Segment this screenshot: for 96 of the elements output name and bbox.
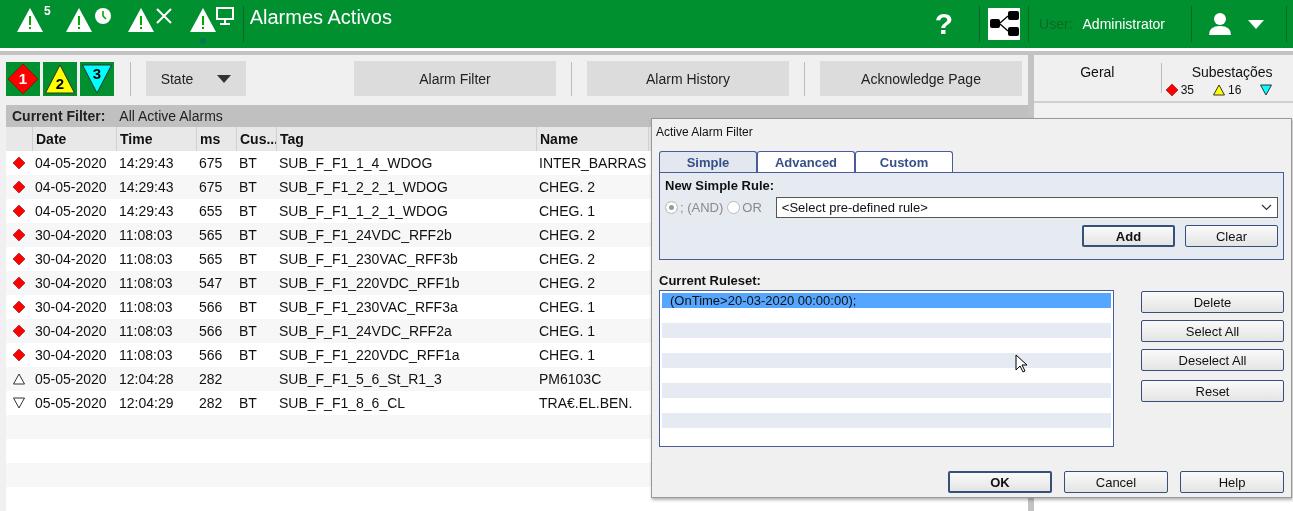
table-cell-text: PM6103C (538, 371, 603, 387)
dialog-button[interactable]: Select All (1141, 320, 1284, 342)
filter-value: All Active Alarms (119, 108, 223, 124)
table-cell-text: 282 (198, 395, 224, 411)
table-cell-text: CHEG. 2 (538, 251, 596, 267)
table-cell-text: CHEG. 1 (538, 347, 596, 363)
table-cell-text: 11:08:03 (118, 275, 174, 291)
dialog-button[interactable]: Deselect All (1141, 349, 1284, 371)
dialog-button[interactable]: Cancel (1064, 471, 1168, 493)
table-cell-text: CHEG. 2 (538, 179, 596, 195)
table-cell-text: 14:29:43 (118, 155, 175, 171)
severity-filter-button[interactable]: 1 (6, 61, 40, 96)
table-cell-text: 675 (198, 179, 224, 195)
table-cell-text: BT (238, 155, 258, 171)
page-title: Alarmes Activos (249, 6, 392, 29)
table-cell-text: BT (238, 323, 258, 339)
alarm-count: 16 (1228, 83, 1242, 97)
table-cell-text: SUB_F_F1_8_6_CL (278, 395, 407, 411)
rule-dropdown[interactable]: <Select pre-defined rule> (775, 197, 1278, 218)
table-cell-text: 566 (198, 299, 224, 315)
table-cell-text: 11:08:03 (118, 251, 174, 267)
table-cell-text: SUB_F_F1_2_2_1_WDOG (278, 179, 449, 195)
table-cell-text: SUB_F_F1_1_4_WDOG (278, 155, 434, 171)
alarm-count: 35 (1180, 83, 1194, 97)
table-cell-text: 11:08:03 (118, 323, 174, 339)
table-cell-text: BT (238, 203, 258, 219)
table-cell-text: 30-04-2020 (34, 227, 108, 243)
table-cell-text: 12:04:29 (118, 395, 175, 411)
ruleset-item[interactable]: (OnTime>20-03-2020 00:00:00); (662, 293, 1111, 308)
table-cell-text: BT (238, 227, 258, 243)
table-cell-text: 282 (198, 371, 224, 387)
table-cell-text: SUB_F_F1_220VDC_RFF1b (278, 275, 461, 291)
dialog-button[interactable]: Help (1180, 471, 1284, 493)
table-cell-text: CHEG. 1 (538, 299, 596, 315)
table-cell-text: 05-05-2020 (34, 395, 108, 411)
table-cell-text: BT (238, 347, 258, 363)
section-label: Current Ruleset: (659, 273, 762, 288)
severity-filter-button[interactable]: 2 (43, 61, 77, 96)
state-dropdown[interactable]: State (146, 61, 246, 96)
table-cell-text: 11:08:03 (118, 347, 174, 363)
dialog-tab[interactable]: Custom (855, 151, 953, 172)
table-cell-text: CHEG. 1 (538, 203, 596, 219)
section-label: New Simple Rule: (665, 178, 776, 193)
table-cell-text: 04-05-2020 (34, 203, 108, 219)
table-cell-text: TRA€.EL.BEN. (538, 395, 634, 411)
dialog-tab[interactable]: Simple (659, 151, 757, 172)
table-cell-text: 566 (198, 323, 224, 339)
table-cell-text: 655 (198, 203, 224, 219)
table-cell-text: SUB_F_F1_220VDC_RFF1a (278, 347, 461, 363)
table-cell-text: SUB_F_F1_230VAC_RFF3a (278, 299, 459, 315)
toolbar-button[interactable]: Alarm Filter (354, 61, 556, 96)
table-cell-text: CHEG. 2 (538, 275, 596, 291)
table-cell-text: 30-04-2020 (34, 347, 108, 363)
toolbar-button[interactable]: Alarm History (587, 61, 789, 96)
table-cell-text: 675 (198, 155, 224, 171)
table-cell-text: CHEG. 1 (538, 323, 596, 339)
dialog-button[interactable]: OK (948, 471, 1052, 493)
table-cell-text: 14:29:43 (118, 203, 175, 219)
table-cell-text: BT (238, 275, 258, 291)
table-cell-text: CHEG. 2 (538, 227, 596, 243)
toolbar-button[interactable]: Acknowledge Page (820, 61, 1022, 96)
table-cell-text: 566 (198, 347, 224, 363)
table-cell-text: 12:04:28 (118, 371, 175, 387)
table-cell-text: 30-04-2020 (34, 299, 108, 315)
filter-label: Current Filter: (12, 108, 106, 124)
table-cell-text: 11:08:03 (118, 299, 174, 315)
table-cell-text: 30-04-2020 (34, 251, 108, 267)
table-cell-text: 30-04-2020 (34, 323, 108, 339)
dialog-button[interactable]: Clear (1185, 225, 1278, 247)
table-cell-text: BT (238, 179, 258, 195)
table-cell-text: BT (238, 299, 258, 315)
table-cell-text: SUB_F_F1_24VDC_RFF2a (278, 323, 453, 339)
table-cell-text: 565 (198, 251, 224, 267)
table-cell-text: SUB_F_F1_5_6_St_R1_3 (278, 371, 443, 387)
dialog-tab[interactable]: Advanced (757, 151, 855, 172)
table-cell-text: 547 (198, 275, 224, 291)
help-button[interactable]: ? (934, 7, 954, 41)
table-cell-text: BT (238, 395, 258, 411)
table-cell-text: 04-05-2020 (34, 155, 108, 171)
table-cell-text: 11:08:03 (118, 227, 174, 243)
user-name: Administrator (1082, 16, 1165, 32)
table-cell-text: BT (238, 251, 258, 267)
table-cell-text: 565 (198, 227, 224, 243)
table-cell-text: SUB_F_F1_230VAC_RFF3b (278, 251, 459, 267)
table-cell-text: INTER_BARRAS (538, 155, 648, 171)
table-cell-text: SUB_F_F1_24VDC_RFF2b (278, 227, 453, 243)
table-cell-text: 30-04-2020 (34, 275, 108, 291)
table-cell-text: SUB_F_F1_1_2_1_WDOG (278, 203, 449, 219)
table-cell-text: 04-05-2020 (34, 179, 108, 195)
dialog-title: Active Alarm Filter (656, 125, 754, 141)
dialog-button[interactable]: Delete (1141, 291, 1284, 313)
table-cell-text: 14:29:43 (118, 179, 175, 195)
dialog-button[interactable]: Reset (1141, 380, 1284, 402)
severity-filter-button[interactable]: 3 (80, 61, 114, 96)
table-cell-text: 05-05-2020 (34, 371, 108, 387)
dialog-button[interactable]: Add (1082, 225, 1175, 247)
